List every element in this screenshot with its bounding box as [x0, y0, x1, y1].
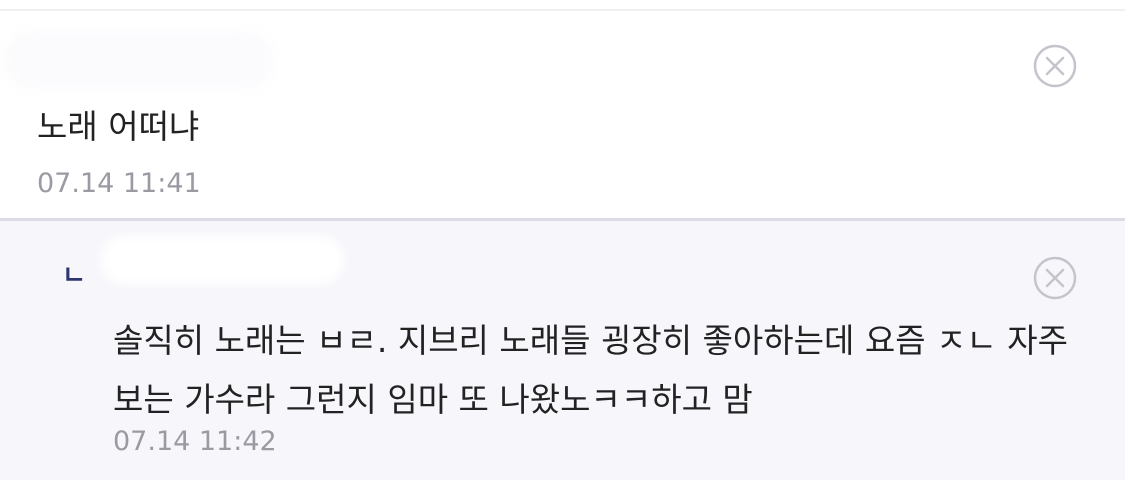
comment-text: 노래 어떠냐	[37, 107, 200, 146]
reply-text: 솔직히 노래는 ㅂㄹ. 지브리 노래들 굉장히 좋아하는데 요즘 ㅈㄴ 자주 보…	[113, 321, 1068, 419]
blurred-nickname	[100, 235, 345, 285]
comment-item: 노래 어떠냐 07.14 11:41	[0, 11, 1125, 218]
blurred-nickname	[4, 31, 274, 89]
reply-indicator-icon: ㄴ	[62, 261, 86, 291]
delete-reply-button[interactable]	[1033, 256, 1077, 300]
comment-timestamp: 07.14 11:41	[37, 168, 201, 199]
reply-timestamp: 07.14 11:42	[113, 426, 277, 457]
circle-x-icon	[1033, 44, 1077, 88]
reply-item: ㄴ 솔직히 노래는 ㅂㄹ. 지브리 노래들 굉장히 좋아하는데 요즘 ㅈㄴ 자주…	[0, 221, 1125, 480]
delete-comment-button[interactable]	[1033, 44, 1077, 88]
circle-x-icon	[1033, 256, 1077, 300]
